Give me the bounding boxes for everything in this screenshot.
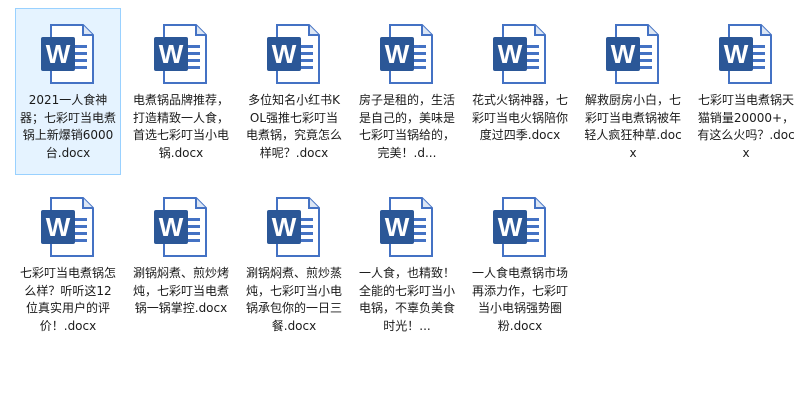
word-document-icon: W [491, 194, 549, 260]
file-item[interactable]: W 解救厨房小白，七彩叮当电煮锅被年轻人疯狂种草.docx [580, 8, 686, 175]
word-document-icon: W [152, 21, 210, 87]
svg-text:W: W [724, 39, 749, 69]
file-name-label: 多位知名小红书KOL强推七彩叮当电煮锅，究竟怎么样呢？.docx [245, 93, 342, 160]
word-document-icon: W [378, 21, 436, 87]
file-explorer-view: W 2021一人食神器；七彩叮当电煮锅上新爆销6000台.docx W 电煮锅品… [0, 0, 800, 408]
file-item[interactable]: W 七彩叮当电煮锅怎么样？听听这12位真实用户的评价！.docx [15, 181, 121, 346]
file-name-label: 一人食，也精致！全能的七彩叮当小电锅，不辜负美食时光！... [358, 266, 455, 333]
file-name-label: 2021一人食神器；七彩叮当电煮锅上新爆销6000台.docx [19, 93, 116, 160]
file-name-label: 七彩叮当电煮锅怎么样？听听这12位真实用户的评价！.docx [19, 266, 116, 333]
file-item[interactable]: W 涮锅焖煮、煎炒蒸炖，七彩叮当小电锅承包你的一日三餐.docx [241, 181, 347, 346]
svg-text:W: W [498, 39, 523, 69]
file-name-label: 一人食电煮锅市场再添力作，七彩叮当小电锅强势圈粉.docx [471, 266, 568, 333]
file-item[interactable]: W 一人食，也精致！全能的七彩叮当小电锅，不辜负美食时光！... [354, 181, 460, 346]
svg-text:W: W [46, 39, 71, 69]
file-name-label: 房子是租的，生活是自己的，美味是七彩叮当锅给的，完美！.d... [358, 93, 455, 160]
file-item[interactable]: W 涮锅焖煮、煎炒烤炖，七彩叮当电煮锅一锅掌控.docx [128, 181, 234, 346]
file-name-label: 电煮锅品牌推荐，打造精致一人食，首选七彩叮当小电锅.docx [132, 93, 229, 160]
svg-text:W: W [385, 212, 410, 242]
word-document-icon: W [378, 194, 436, 260]
svg-text:W: W [272, 212, 297, 242]
word-document-icon: W [152, 194, 210, 260]
file-item[interactable]: W 花式火锅神器，七彩叮当电火锅陪你度过四季.docx [467, 8, 573, 175]
word-document-icon: W [717, 21, 775, 87]
file-name-label: 涮锅焖煮、煎炒烤炖，七彩叮当电煮锅一锅掌控.docx [132, 266, 229, 315]
svg-text:W: W [159, 212, 184, 242]
svg-text:W: W [498, 212, 523, 242]
file-name-label: 花式火锅神器，七彩叮当电火锅陪你度过四季.docx [471, 93, 568, 142]
svg-text:W: W [385, 39, 410, 69]
word-document-icon: W [39, 21, 97, 87]
file-item[interactable]: W 七彩叮当电煮锅天猫销量20000+，有这么火吗？.docx [693, 8, 799, 175]
svg-text:W: W [159, 39, 184, 69]
word-document-icon: W [39, 194, 97, 260]
file-item[interactable]: W 房子是租的，生活是自己的，美味是七彩叮当锅给的，完美！.d... [354, 8, 460, 175]
file-item[interactable]: W 多位知名小红书KOL强推七彩叮当电煮锅，究竟怎么样呢？.docx [241, 8, 347, 175]
file-name-label: 七彩叮当电煮锅天猫销量20000+，有这么火吗？.docx [697, 93, 795, 160]
file-item[interactable]: W 一人食电煮锅市场再添力作，七彩叮当小电锅强势圈粉.docx [467, 181, 573, 346]
svg-text:W: W [611, 39, 636, 69]
word-document-icon: W [265, 194, 323, 260]
word-document-icon: W [491, 21, 549, 87]
file-item[interactable]: W 2021一人食神器；七彩叮当电煮锅上新爆销6000台.docx [15, 8, 121, 175]
word-document-icon: W [265, 21, 323, 87]
svg-text:W: W [272, 39, 297, 69]
file-item[interactable]: W 电煮锅品牌推荐，打造精致一人食，首选七彩叮当小电锅.docx [128, 8, 234, 175]
file-name-label: 解救厨房小白，七彩叮当电煮锅被年轻人疯狂种草.docx [584, 93, 682, 160]
svg-text:W: W [46, 212, 71, 242]
file-name-label: 涮锅焖煮、煎炒蒸炖，七彩叮当小电锅承包你的一日三餐.docx [245, 266, 342, 333]
word-document-icon: W [604, 21, 662, 87]
